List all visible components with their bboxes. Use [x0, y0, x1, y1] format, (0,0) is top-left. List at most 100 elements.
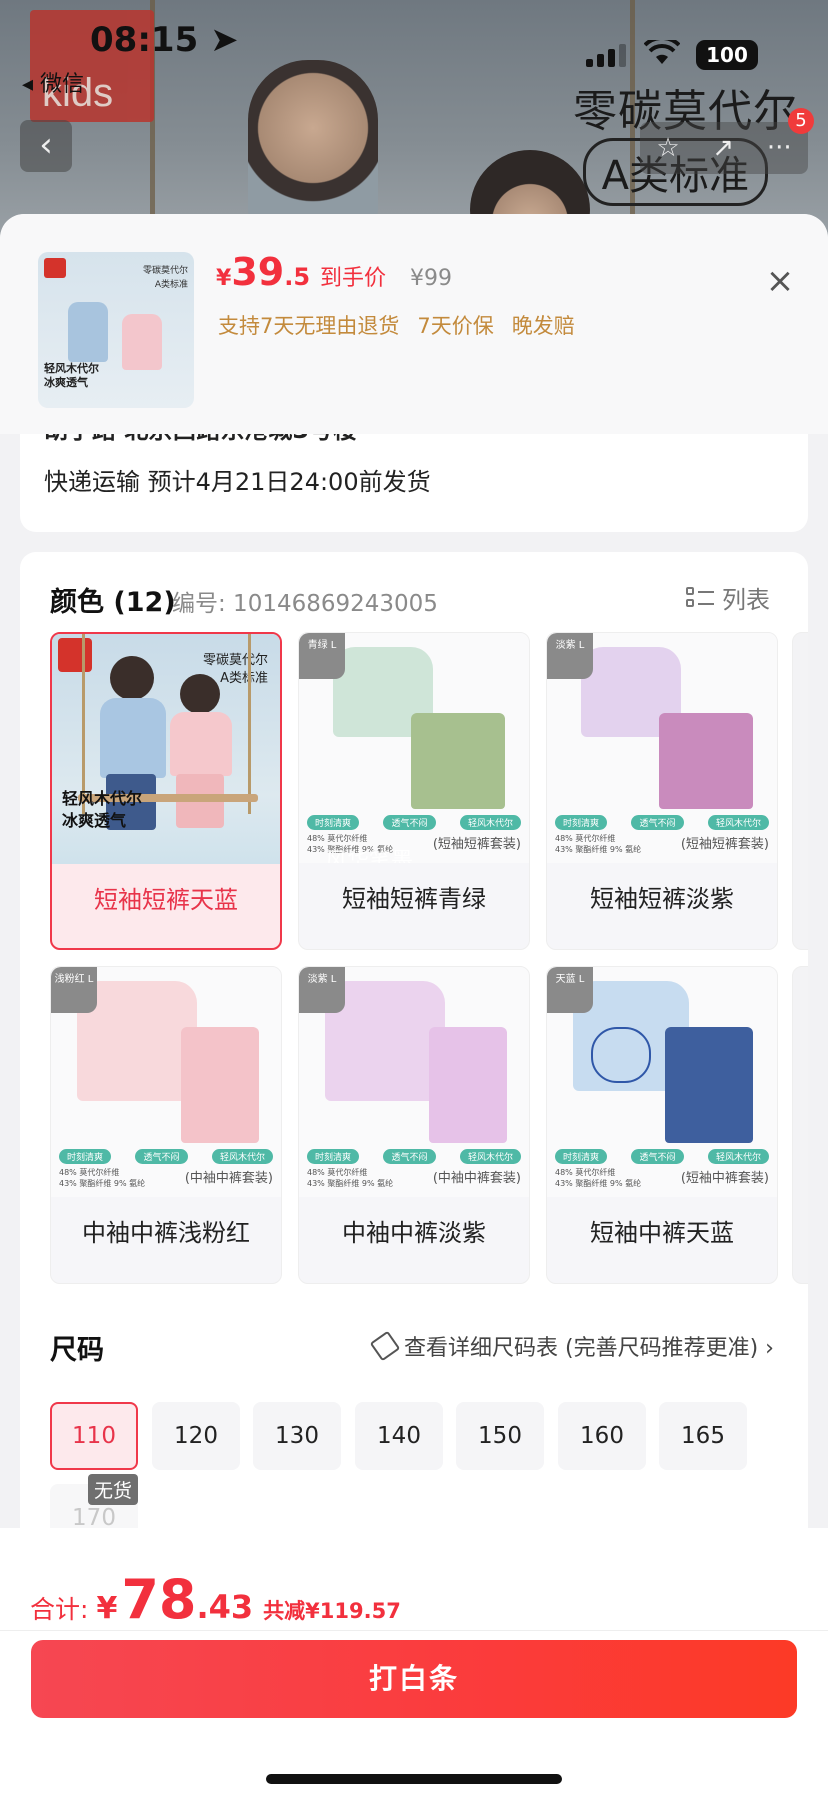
pants-image: [181, 1027, 259, 1143]
order-total: 合计: ¥ 78 .43 共减¥119.57: [30, 1568, 401, 1631]
pants-image: [665, 1027, 753, 1143]
swing-rope: [82, 634, 85, 814]
pants-image: [429, 1027, 507, 1143]
swing-rope: [248, 634, 251, 814]
suit-label: (短袖短裤套装): [680, 837, 769, 852]
swatch-name: 短袖短裤淡紫: [590, 885, 734, 913]
size-chart-label: 查看详细尺码表 (完善尺码推荐更准) ›: [404, 1336, 774, 1361]
price-integer: 39: [231, 250, 285, 294]
product-code: 编号: 10146869243005: [172, 591, 438, 617]
back-button[interactable]: ‹: [20, 120, 72, 172]
suit-label: (中袖中裤套装): [184, 1171, 273, 1186]
total-saving: 共减¥119.57: [263, 1599, 401, 1623]
swatch-name: 中袖中裤淡紫: [342, 1219, 486, 1247]
promise-item: 支持7天无理由退货: [218, 314, 400, 338]
promise-item: 7天价保: [417, 314, 494, 338]
total-label: 合计:: [30, 1595, 89, 1624]
location-icon: ➤: [210, 20, 239, 60]
swatch-name: 短袖短裤天蓝: [94, 886, 238, 914]
delivery-estimate: 快递运输 预计4月21日24:00前发货: [44, 468, 431, 496]
swatch-image: 零碳莫代尔 A类标准 轻风木代尔 冰爽透气: [52, 634, 280, 864]
size-option-160[interactable]: 160: [558, 1402, 646, 1470]
model-boy-shirt: [100, 698, 166, 778]
brand-logo: [58, 638, 92, 672]
share-icon[interactable]: ↗: [712, 133, 734, 163]
swatch-name: 短袖短裤青绿: [342, 885, 486, 913]
more-icon[interactable]: ···: [767, 133, 792, 163]
total-integer: 78: [121, 1568, 197, 1631]
model-boy-head: [110, 656, 154, 700]
promise-item: 晚发赔: [511, 314, 575, 338]
size-option-140[interactable]: 140: [355, 1402, 443, 1470]
close-icon[interactable]: ×: [760, 262, 800, 302]
model-boy-image: [248, 60, 378, 230]
size-tag: 淡紫 L: [547, 633, 593, 679]
price-decimal: .5: [284, 263, 311, 291]
size-option-120[interactable]: 120: [152, 1402, 240, 1470]
size-section-title: 尺码: [50, 1335, 104, 1366]
model-girl-head: [180, 674, 220, 714]
model-girl-shirt: [170, 712, 232, 776]
thumbnail-text: 零碳莫代尔 A类标准: [142, 266, 188, 290]
size-option-110[interactable]: 110: [50, 1402, 138, 1470]
fiber-info: 48% 莫代尔纤维 43% 聚酯纤维 9% 氨纶: [59, 1168, 146, 1188]
color-swatch[interactable]: 时刻清爽 透气不闷 轻风木代尔 48% 莫代尔纤维 43% 聚酯纤维 9% 氨纶 (…: [546, 966, 778, 1284]
thumbnail-girl: [122, 314, 162, 370]
size-option-165[interactable]: 165: [659, 1402, 747, 1470]
chevron-left-icon: ‹: [39, 125, 53, 165]
signal-icon: [586, 44, 626, 67]
suit-label: (中袖中裤套装): [432, 1171, 521, 1186]
size-option-150[interactable]: 150: [456, 1402, 544, 1470]
fiber-info: 48% 莫代尔纤维 43% 聚酯纤维 9% 氨纶: [307, 1168, 394, 1188]
color-swatch-partial[interactable]: [792, 966, 808, 1284]
thumbnail-caption: 轻风木代尔 冰爽透气: [44, 362, 99, 389]
wifi-icon: [644, 40, 680, 64]
list-view-toggle[interactable]: 列表: [686, 580, 770, 615]
price-label: 到手价: [320, 266, 387, 291]
size-tag: 浅粉红 L: [51, 967, 97, 1013]
service-promises: 支持7天无理由退货 7天价保 晚发赔: [218, 310, 575, 340]
total-decimal: .43: [196, 1588, 254, 1626]
swatch-name: 中袖中裤浅粉红: [82, 1219, 250, 1247]
back-to-app-link[interactable]: ◂ 微信: [22, 66, 84, 98]
swatch-pic-caption: 轻风木代尔 冰爽透气: [62, 789, 143, 830]
color-swatch[interactable]: 时刻清爽 透气不闷 轻风木代尔 48% 莫代尔纤维 43% 聚酯纤维 9% 氨纶 (…: [50, 966, 282, 1284]
size-option-130[interactable]: 130: [253, 1402, 341, 1470]
divider: [0, 1630, 828, 1631]
ruler-icon: [369, 1330, 401, 1362]
color-swatch[interactable]: 时刻清爽 透气不闷 轻风木代尔 48% 莫代尔纤维 43% 聚酯纤维 9% 氨纶 (…: [546, 632, 778, 950]
star-icon[interactable]: ☆: [656, 133, 679, 163]
feature-chips: 时刻清爽 透气不闷 轻风木代尔: [307, 815, 521, 830]
size-chart-link[interactable]: 查看详细尺码表 (完善尺码推荐更准) ›: [369, 1330, 774, 1362]
price-line: ¥ 39 .5 到手价 ¥99: [216, 250, 452, 294]
total-currency: ¥: [96, 1591, 118, 1626]
product-thumbnail[interactable]: 零碳莫代尔 A类标准 轻风木代尔 冰爽透气: [38, 252, 194, 408]
brand-logo: [44, 258, 66, 278]
color-swatch[interactable]: 时刻清爽 透气不闷 轻风木代尔 48% 莫代尔纤维 43% 聚酯纤维 9% 氨纶 (…: [298, 632, 530, 950]
price-currency: ¥: [216, 266, 232, 291]
sheet-header: 零碳莫代尔 A类标准 轻风木代尔 冰爽透气 ¥ 39 .5 到手价 ¥99 支持7…: [0, 214, 828, 434]
fiber-info: 48% 莫代尔纤维 43% 聚酯纤维 9% 氨纶: [555, 834, 642, 854]
size-tag: 天蓝 L: [547, 967, 593, 1013]
color-swatch[interactable]: 时刻清爽 透气不闷 轻风木代尔 48% 莫代尔纤维 43% 聚酯纤维 9% 氨纶 (…: [298, 966, 530, 1284]
color-swatch-partial[interactable]: [792, 632, 808, 950]
status-time: 08:15 ➤: [90, 20, 239, 60]
status-bar: 08:15 ➤ ◂ 微信 100: [0, 0, 828, 97]
thumbnail-boy: [68, 302, 108, 362]
fiber-info: 48% 莫代尔纤维 43% 聚酯纤维 9% 氨纶: [555, 1168, 642, 1188]
feature-chips: 时刻清爽 透气不闷 轻风木代尔: [555, 1149, 769, 1164]
home-indicator: [266, 1774, 562, 1784]
swatch-name: 短袖中裤天蓝: [590, 1219, 734, 1247]
size-tag: 青绿 L: [299, 633, 345, 679]
original-price: ¥99: [410, 266, 453, 291]
watermark-text: 风华笔墨: [325, 849, 414, 863]
list-toggle-label: 列表: [722, 586, 770, 614]
color-swatch-selected[interactable]: 零碳莫代尔 A类标准 轻风木代尔 冰爽透气 短袖短裤天蓝: [50, 632, 282, 950]
pay-with-baitiao-button[interactable]: 打白条: [31, 1640, 797, 1718]
battery-icon: 100: [696, 40, 758, 70]
cart-count-badge: 5: [788, 108, 814, 134]
suit-label: (短袖短裤套装): [432, 837, 521, 852]
pants-image: [411, 713, 505, 809]
color-section-title: 颜色 (12): [50, 587, 176, 618]
size-tag: 淡紫 L: [299, 967, 345, 1013]
